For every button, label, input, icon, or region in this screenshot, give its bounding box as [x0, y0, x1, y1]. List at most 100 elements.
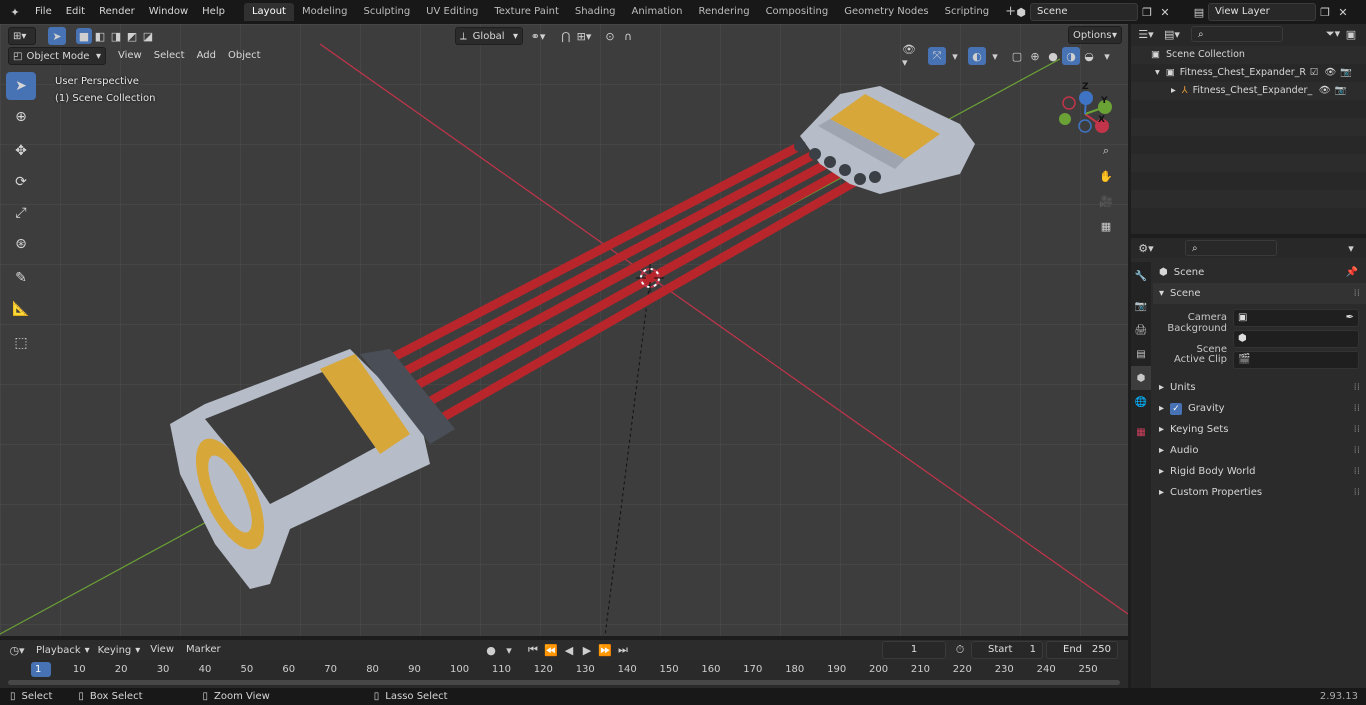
chevron-down-icon[interactable]: ▾: [1342, 239, 1360, 257]
play-icon[interactable]: ▶: [578, 641, 596, 659]
tab-shading[interactable]: Shading: [567, 3, 624, 21]
scene-icon[interactable]: ⬢: [1012, 3, 1030, 21]
material-shading-icon[interactable]: ◑: [1062, 47, 1080, 65]
gravity-checkbox[interactable]: ✓: [1170, 402, 1183, 415]
transform-tool-icon[interactable]: ⊛: [6, 230, 36, 258]
checkbox-icon[interactable]: ☑: [1310, 64, 1319, 82]
pan-hand-icon[interactable]: ✋: [1097, 167, 1115, 185]
outliner-editor-type-icon[interactable]: ☰▾: [1137, 25, 1155, 43]
drag-handle-icon[interactable]: ⁞⁞: [1354, 440, 1360, 461]
wireframe-shading-icon[interactable]: ⊕: [1026, 47, 1044, 65]
eyedropper-icon[interactable]: ✒: [1346, 307, 1354, 328]
tab-modeling[interactable]: Modeling: [294, 3, 356, 21]
rendered-shading-icon[interactable]: ◒: [1080, 47, 1098, 65]
snap-target-icon[interactable]: ⊞▾: [575, 27, 593, 45]
tab-layout[interactable]: Layout: [243, 3, 294, 21]
panel-units[interactable]: ▸ Units ⁞⁞: [1153, 377, 1366, 398]
active-clip-field[interactable]: 🎬: [1233, 350, 1359, 369]
panel-audio[interactable]: ▸ Audio ⁞⁞: [1153, 440, 1366, 461]
tab-uv-editing[interactable]: UV Editing: [418, 3, 486, 21]
new-collection-icon[interactable]: ▣: [1342, 25, 1360, 43]
proportional-edit-icon[interactable]: ⊙: [601, 27, 619, 45]
timeline-scrollbar[interactable]: [8, 680, 1120, 685]
measure-tool-icon[interactable]: 📐: [6, 295, 36, 323]
menu-file[interactable]: File: [28, 0, 59, 24]
annotate-tool-icon[interactable]: ✎: [6, 264, 36, 292]
menu-help[interactable]: Help: [195, 0, 232, 24]
render-tab-icon[interactable]: 📷: [1131, 294, 1151, 318]
mode-subtract-icon[interactable]: ◨: [108, 28, 124, 44]
drag-handle-icon[interactable]: ⁞⁞: [1354, 419, 1360, 440]
gizmo-z-label[interactable]: Z: [1082, 82, 1089, 92]
chevron-down-icon[interactable]: ▾: [500, 641, 518, 659]
scene-tab-icon[interactable]: ⬢: [1131, 366, 1151, 390]
menu-keying[interactable]: Keying ▾: [94, 641, 145, 659]
scene-canvas[interactable]: [0, 24, 1128, 636]
frame-ruler[interactable]: 1 10 20 30 40 50 60 70 80 90 100 110 120 130 140 150 160…: [0, 662, 1128, 678]
scene-panel-header[interactable]: ▾ Scene ⁞⁞: [1153, 283, 1366, 304]
properties-editor-type-icon[interactable]: ⚙▾: [1137, 239, 1155, 257]
mode-new-icon[interactable]: ■: [76, 28, 92, 44]
tab-rendering[interactable]: Rendering: [690, 3, 757, 21]
gizmo-y-label[interactable]: Y: [1101, 96, 1108, 106]
xray-icon[interactable]: ▢: [1008, 47, 1026, 65]
drag-handle-icon[interactable]: ⁞⁞: [1354, 377, 1360, 398]
properties-search-input[interactable]: ⌕: [1185, 240, 1277, 256]
snap-magnet-icon[interactable]: ⋂: [557, 27, 575, 45]
menu-render[interactable]: Render: [92, 0, 142, 24]
menu-marker[interactable]: Marker: [180, 641, 227, 659]
transform-orientation-selector[interactable]: ⟂ Global ▾: [455, 27, 523, 45]
jump-start-icon[interactable]: ⏮: [524, 641, 542, 659]
camera-view-icon[interactable]: 🎥: [1097, 192, 1115, 210]
panel-keying-sets[interactable]: ▸ Keying Sets ⁞⁞: [1153, 419, 1366, 440]
expand-arrow-icon[interactable]: ▾: [1155, 64, 1160, 82]
options-dropdown[interactable]: Options ▾: [1068, 26, 1122, 44]
outliner-search-input[interactable]: ⌕: [1191, 26, 1283, 42]
eye-icon[interactable]: 👁: [1324, 64, 1336, 82]
tab-sculpting[interactable]: Sculpting: [355, 3, 418, 21]
menu-object[interactable]: Object: [222, 47, 267, 65]
tab-texture-paint[interactable]: Texture Paint: [486, 3, 567, 21]
outliner-item[interactable]: ▾ ▣ Fitness_Chest_Expander_Red ☑ 👁 📷: [1131, 64, 1366, 82]
eye-icon[interactable]: 👁: [1319, 82, 1331, 100]
expand-arrow-icon[interactable]: ▸: [1171, 82, 1176, 100]
zoom-icon[interactable]: ⌕: [1097, 142, 1115, 160]
scene-selector[interactable]: Scene: [1030, 3, 1138, 21]
cursor-tool-icon[interactable]: ⊕: [6, 103, 36, 131]
next-keyframe-icon[interactable]: ⏩: [596, 641, 614, 659]
filter-icon[interactable]: ⏷▾: [1324, 25, 1342, 43]
mode-selector[interactable]: ◰ Object Mode ▾: [8, 47, 106, 65]
blender-logo-icon[interactable]: ✦: [6, 3, 24, 21]
tool-tab-icon[interactable]: 🔧: [1131, 264, 1151, 288]
prev-keyframe-icon[interactable]: ⏪: [542, 641, 560, 659]
camera-icon[interactable]: 📷: [1335, 82, 1347, 100]
camera-field[interactable]: ▣ ✒: [1233, 307, 1359, 328]
menu-view[interactable]: View: [112, 47, 148, 65]
move-tool-icon[interactable]: ✥: [6, 137, 36, 165]
scale-tool-icon[interactable]: ⤢: [6, 199, 36, 227]
3d-viewport[interactable]: X Y Z ⌕ ✋ 🎥 ▦ ⊞▾ ➤ ■ ◧ ◨ ◩ ◪ ⟂ Global ▾ …: [0, 24, 1128, 636]
output-tab-icon[interactable]: 🖨: [1131, 318, 1151, 342]
texture-tab-icon[interactable]: ▦: [1131, 420, 1151, 444]
mode-extend-icon[interactable]: ◧: [92, 28, 108, 44]
end-frame-field[interactable]: End 250: [1046, 641, 1118, 659]
overlay-toggle-icon[interactable]: ◐: [968, 47, 986, 65]
jump-end-icon[interactable]: ⏭: [614, 641, 632, 659]
display-mode-icon[interactable]: ▤▾: [1163, 25, 1181, 43]
ortho-grid-icon[interactable]: ▦: [1097, 217, 1115, 235]
chevron-down-icon[interactable]: ▾: [946, 47, 964, 65]
world-tab-icon[interactable]: 🌐: [1131, 390, 1151, 414]
chevron-down-icon[interactable]: ▾: [1098, 47, 1116, 65]
menu-add[interactable]: Add: [191, 47, 222, 65]
tab-compositing[interactable]: Compositing: [758, 3, 837, 21]
camera-icon[interactable]: 📷: [1340, 64, 1352, 82]
outliner-root[interactable]: ▣ Scene Collection: [1131, 46, 1366, 64]
copy-view-layer-icon[interactable]: ❐: [1316, 3, 1334, 21]
drag-handle-icon[interactable]: ⁞⁞: [1354, 482, 1360, 503]
menu-edit[interactable]: Edit: [59, 0, 92, 24]
close-scene-icon[interactable]: ✕: [1156, 3, 1174, 21]
select-tool-icon[interactable]: ➤: [48, 27, 66, 45]
start-frame-field[interactable]: Start 1: [971, 641, 1043, 659]
solid-shading-icon[interactable]: ●: [1044, 47, 1062, 65]
gizmo-x-label[interactable]: X: [1098, 115, 1105, 125]
